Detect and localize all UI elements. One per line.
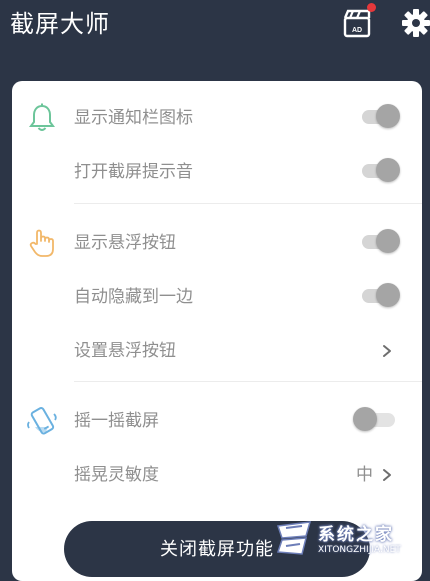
shake-phone-icon xyxy=(27,407,57,435)
divider xyxy=(74,381,422,382)
notification-dot xyxy=(367,3,376,12)
settings-card: 显示通知栏图标 打开截屏提示音 显示悬浮按钮 自动隐藏到一边 设置悬浮按钮 摇一… xyxy=(12,81,422,581)
float-button-toggle[interactable] xyxy=(362,229,400,253)
shake-screenshot-toggle[interactable] xyxy=(353,407,395,431)
row-auto-hide-edge[interactable]: 自动隐藏到一边 xyxy=(12,270,422,324)
gear-icon xyxy=(402,9,430,37)
row-float-button-settings[interactable]: 设置悬浮按钮 xyxy=(12,324,422,378)
close-screenshot-button[interactable]: 关闭截屏功能 xyxy=(64,521,370,577)
row-shake-sensitivity[interactable]: 摇晃灵敏度 中 xyxy=(12,448,422,502)
app-header: 截屏大师 AD xyxy=(0,0,430,56)
row-show-float-button[interactable]: 显示悬浮按钮 xyxy=(12,216,422,270)
screenshot-sound-toggle[interactable] xyxy=(362,158,400,182)
bell-icon xyxy=(29,103,55,131)
row-label: 显示通知栏图标 xyxy=(74,108,193,128)
row-label: 摇晃灵敏度 xyxy=(74,465,159,485)
chevron-right-icon xyxy=(383,469,391,481)
row-label: 自动隐藏到一边 xyxy=(74,287,193,307)
row-label: 显示悬浮按钮 xyxy=(74,233,176,253)
divider xyxy=(74,203,422,204)
row-label: 摇一摇截屏 xyxy=(74,411,159,431)
row-screenshot-sound[interactable]: 打开截屏提示音 xyxy=(12,145,422,199)
row-show-notification-icon[interactable]: 显示通知栏图标 xyxy=(12,91,422,145)
notification-icon-toggle[interactable] xyxy=(362,104,400,128)
settings-button[interactable] xyxy=(401,8,430,38)
sensitivity-value: 中 xyxy=(356,465,373,485)
close-screenshot-label: 关闭截屏功能 xyxy=(160,539,274,560)
ad-badge-label: AD xyxy=(352,27,362,34)
row-label: 打开截屏提示音 xyxy=(74,162,193,182)
hand-pointer-icon xyxy=(29,229,54,257)
row-label: 设置悬浮按钮 xyxy=(74,341,176,361)
app-title: 截屏大师 xyxy=(10,10,110,38)
auto-hide-toggle[interactable] xyxy=(362,283,400,307)
row-shake-screenshot[interactable]: 摇一摇截屏 xyxy=(12,394,422,448)
chevron-right-icon xyxy=(383,345,391,357)
